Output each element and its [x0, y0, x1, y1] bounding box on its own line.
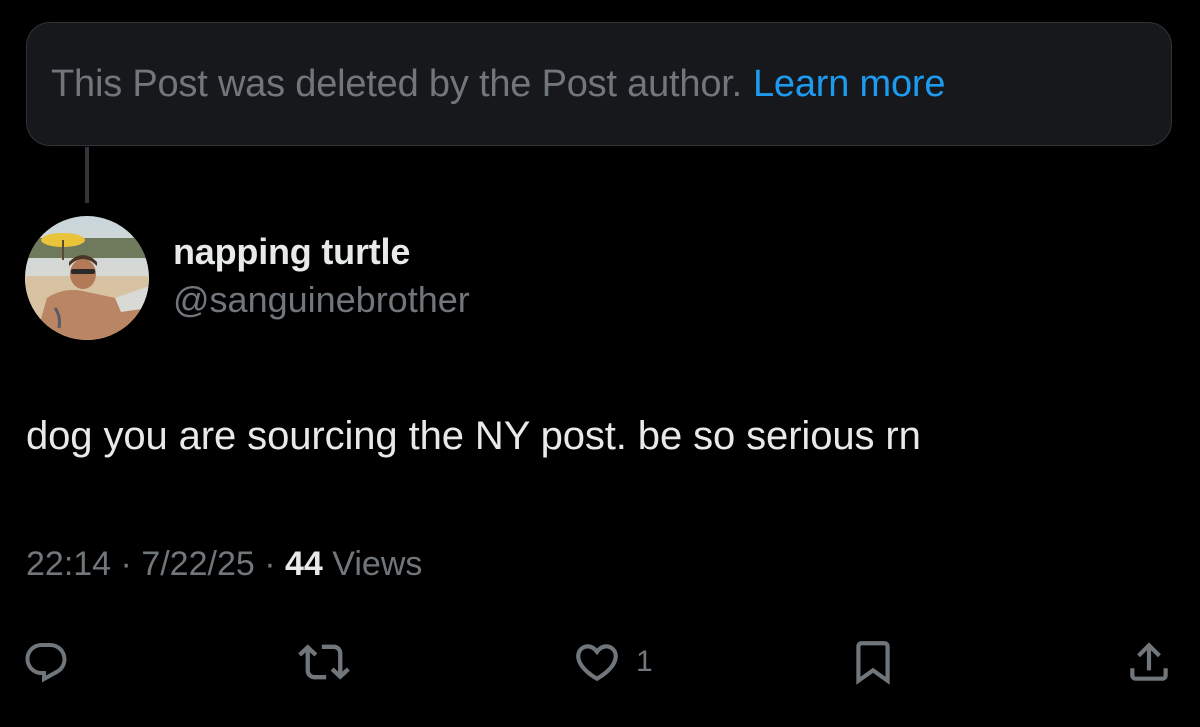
display-name[interactable]: napping turtle: [173, 226, 470, 278]
share-button[interactable]: [1124, 632, 1174, 692]
post-detail: This Post was deleted by the Post author…: [0, 0, 1200, 727]
views-count: 44: [285, 545, 323, 583]
reply-button[interactable]: [22, 632, 70, 692]
views-label: Views: [332, 545, 423, 583]
learn-more-link[interactable]: Learn more: [753, 63, 946, 106]
post-time[interactable]: 22:14: [26, 545, 111, 583]
user-handle[interactable]: @sanguinebrother: [173, 276, 470, 324]
post-text: dog you are sourcing the NY post. be so …: [26, 414, 921, 458]
post-meta: 22:14 · 7/22/25 · 44 Views: [26, 545, 422, 584]
avatar-photo: [25, 216, 149, 340]
heart-icon: [576, 644, 618, 682]
repost-button[interactable]: [298, 632, 350, 692]
meta-separator: ·: [120, 545, 132, 583]
bookmark-icon: [856, 641, 890, 685]
author-info: napping turtle @sanguinebrother: [173, 226, 470, 324]
meta-separator: ·: [264, 545, 276, 583]
thread-connector-line: [85, 147, 89, 203]
deleted-post-notice: This Post was deleted by the Post author…: [26, 22, 1172, 146]
like-button[interactable]: 1: [572, 632, 653, 692]
reply-icon: [25, 643, 67, 683]
share-icon: [1130, 642, 1168, 681]
deleted-notice-text: This Post was deleted by the Post author…: [51, 62, 742, 105]
avatar[interactable]: [25, 216, 149, 340]
like-count: 1: [636, 645, 653, 678]
post-date[interactable]: 7/22/25: [141, 545, 254, 583]
bookmark-button[interactable]: [848, 632, 898, 692]
action-bar: 1: [0, 632, 1200, 692]
repost-icon: [298, 644, 350, 680]
